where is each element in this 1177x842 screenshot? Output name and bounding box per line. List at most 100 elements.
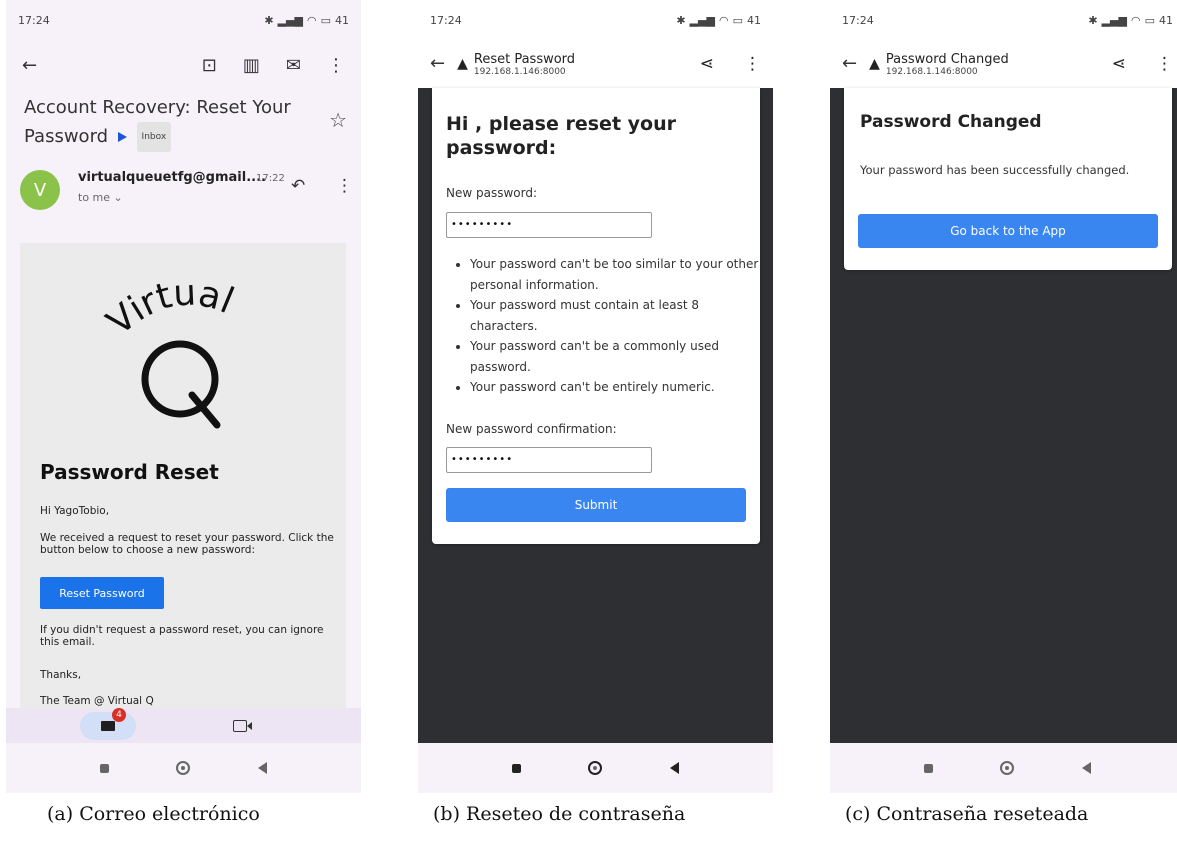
avatar[interactable]: V [20,170,60,210]
battery-icon: ▭ [732,13,743,27]
status-bar: 17:24 ✱ ▂▄▆ ◠ ▭ 41 [418,0,773,40]
bluetooth-icon: ✱ [1088,13,1098,27]
phone-reset: 17:24 ✱ ▂▄▆ ◠ ▭ 41 ← ▲ Reset Password 19… [418,0,773,793]
subject-line-1: Account Recovery: Reset Your [24,97,291,118]
page-url: 192.168.1.146:8000 [473,66,566,77]
page-title: Password Changed [885,51,1009,67]
battery-level: 41 [335,13,349,27]
changed-heading: Password Changed [860,112,1042,132]
password-changed-card: Password Changed Your password has been … [844,88,1172,270]
home-icon[interactable] [1000,761,1015,775]
email-signature: The Team @ Virtual Q [40,695,154,707]
share-icon[interactable]: ⋖ [700,54,714,74]
battery-icon: ▭ [320,13,331,27]
notification-badge: 4 [112,708,126,722]
status-icons: ✱ ▂▄▆ ◠ ▭ 41 [1088,14,1173,27]
status-time: 17:24 [430,13,462,27]
page-info[interactable]: Password Changed 192.168.1.146:8000 [886,52,1009,77]
password-rules: Your password can't be too similar to yo… [456,254,760,398]
share-icon[interactable]: ⋖ [1112,54,1126,74]
caption-b: (b) Reseteo de contraseña [433,803,686,825]
status-time: 17:24 [842,13,874,27]
recipient-toggle[interactable]: to me ⌄ [78,191,123,204]
phone-email: 17:24 ✱ ▂▄▆ ◠ ▭ 41 ← ⊡ ▥ ✉ ⋮ Account Rec… [6,0,361,793]
caption-a: (a) Correo electrónico [47,803,260,825]
gmail-bottom-nav: 4 [6,708,361,744]
recents-icon[interactable] [99,763,109,773]
email-greeting: Hi YagoTobio, [40,505,110,517]
email-toolbar: ← ⊡ ▥ ✉ ⋮ [6,48,361,84]
status-icons: ✱ ▂▄▆ ◠ ▭ 41 [264,14,349,27]
email-subject: Account Recovery: Reset Your Password In… [24,94,314,152]
email-body-text: We received a request to reset your pass… [40,532,334,556]
wifi-icon: ◠ [306,13,317,27]
home-icon[interactable] [588,761,603,775]
star-icon[interactable]: ☆ [329,108,347,132]
reset-password-button[interactable]: Reset Password [40,577,164,609]
logo-text-path: Virtual [102,272,239,343]
new-password-label: New password: [446,186,538,200]
warning-icon[interactable]: ▲ [869,56,880,72]
reset-form-card: Hi , please reset your password: New pas… [432,88,760,544]
system-nav-bar [830,743,1177,793]
browser-bar: ← ▲ Password Changed 192.168.1.146:8000 … [830,40,1177,88]
wifi-icon: ◠ [1130,13,1141,27]
status-bar: 17:24 ✱ ▂▄▆ ◠ ▭ 41 [6,0,361,40]
system-nav-bar [418,743,773,793]
rule-item: Your password can't be too similar to yo… [470,254,760,295]
mail-tab[interactable]: 4 [80,708,136,740]
status-icons: ✱ ▂▄▆ ◠ ▭ 41 [676,14,761,27]
email-body-card: Virtual Password Reset Hi YagoTobio, We … [20,243,346,713]
back-nav-icon[interactable] [670,762,680,774]
caption-c: (c) Contraseña reseteada [845,803,1089,825]
recents-icon[interactable] [923,763,933,773]
mail-icon [101,721,115,731]
changed-message: Your password has been successfully chan… [860,163,1130,177]
archive-icon[interactable]: ⊡ [202,57,217,75]
home-icon[interactable] [176,761,191,775]
reply-icon[interactable]: ↶ [291,176,305,196]
warning-icon[interactable]: ▲ [457,56,468,72]
logo-text: Virtual [102,272,239,343]
email-ignore-text: If you didn't request a password reset, … [40,624,324,648]
subject-line-2: Password [24,126,109,147]
go-back-to-app-button[interactable]: Go back to the App [858,214,1158,248]
page-url: 192.168.1.146:8000 [885,66,978,77]
mark-unread-icon[interactable]: ✉ [286,57,301,75]
back-nav-icon[interactable] [258,762,268,774]
back-arrow-icon[interactable]: ← [430,55,445,73]
confirm-password-label: New password confirmation: [446,422,617,436]
bluetooth-icon: ✱ [264,13,274,27]
system-nav-bar [6,743,361,793]
new-password-field[interactable]: ••••••••• [446,212,652,238]
back-arrow-icon[interactable]: ← [842,55,857,73]
confirm-password-field[interactable]: ••••••••• [446,447,652,473]
inbox-label-badge[interactable]: Inbox [136,122,172,152]
submit-button[interactable]: Submit [446,488,746,522]
more-vert-icon[interactable]: ⋮ [1156,54,1173,74]
recents-icon[interactable] [511,763,521,773]
rule-item: Your password can't be a commonly used p… [470,336,760,377]
wifi-icon: ◠ [718,13,729,27]
page-title: Reset Password [473,51,576,67]
meet-video-icon[interactable] [233,720,252,732]
back-nav-icon[interactable] [1082,762,1092,774]
importance-marker-icon [117,132,127,142]
more-vert-icon[interactable]: ⋮ [327,57,345,75]
rule-item: Your password can't be entirely numeric. [470,377,760,398]
sender-name: virtualqueuetfg@gmail.... [78,170,266,185]
email-thanks: Thanks, [40,669,82,681]
back-arrow-icon[interactable]: ← [22,57,37,75]
status-time: 17:24 [18,13,50,27]
battery-level: 41 [1159,13,1173,27]
battery-level: 41 [747,13,761,27]
email-heading: Password Reset [40,460,219,484]
virtualq-logo: Virtual [102,272,239,429]
message-more-icon[interactable]: ⋮ [336,176,353,196]
reset-heading: Hi , please reset your password: [446,113,676,159]
status-bar: 17:24 ✱ ▂▄▆ ◠ ▭ 41 [830,0,1177,40]
more-vert-icon[interactable]: ⋮ [744,54,761,74]
trash-icon[interactable]: ▥ [243,57,260,75]
page-info[interactable]: Reset Password 192.168.1.146:8000 [474,52,575,77]
signal-icon: ▂▄▆ [689,13,715,27]
